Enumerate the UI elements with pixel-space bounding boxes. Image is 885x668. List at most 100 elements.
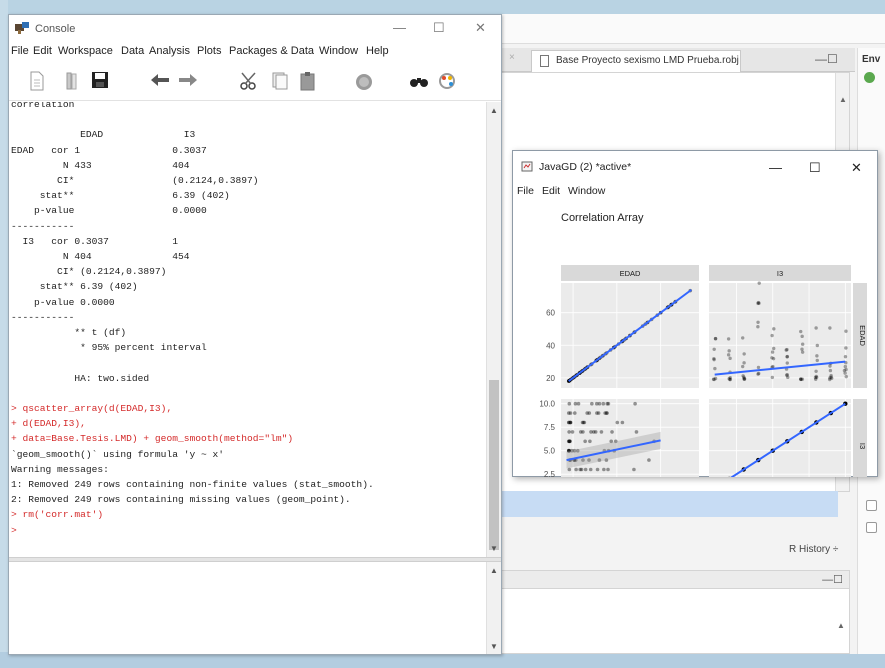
scroll-down-icon[interactable]: ▼: [490, 544, 498, 553]
row-strip-label: EDAD: [858, 325, 867, 346]
data-point: [740, 364, 745, 369]
menu-edit[interactable]: Edit: [33, 45, 52, 57]
menu-plots[interactable]: Plots: [197, 45, 221, 57]
data-point: [770, 375, 775, 380]
checkbox[interactable]: [866, 500, 877, 511]
new-document-icon[interactable]: [29, 71, 45, 91]
data-point: [742, 352, 746, 356]
maximize-button[interactable]: ☐: [433, 20, 445, 36]
stop-icon[interactable]: [355, 73, 373, 91]
menu-analysis[interactable]: Analysis: [149, 45, 190, 57]
save-icon[interactable]: [91, 71, 109, 89]
menu-workspace[interactable]: Workspace: [58, 45, 113, 57]
menu-file[interactable]: File: [11, 45, 29, 57]
data-point: [585, 411, 590, 415]
tab-label: Base Proyecto sexismo LMD Prueba.robj: [556, 55, 739, 66]
console-output-line: N 404 454: [11, 251, 190, 262]
minimize-button[interactable]: —: [769, 160, 782, 175]
data-point: [576, 401, 581, 406]
console-command-line: + data=Base.Tesis.LMD) + geom_smooth(met…: [11, 433, 294, 445]
console-output-line: -----------: [11, 220, 75, 232]
environment-tab-label[interactable]: Env: [862, 54, 880, 65]
data-point: [574, 467, 578, 472]
open-folder-icon[interactable]: [63, 71, 81, 91]
console-input-scrollbar[interactable]: ▲ ▼: [486, 562, 501, 654]
binoculars-icon[interactable]: [409, 74, 429, 88]
data-point: [567, 430, 571, 434]
paste-icon[interactable]: [299, 71, 317, 91]
scroll-up-icon[interactable]: ▲: [490, 566, 498, 575]
palette-icon[interactable]: [437, 71, 459, 91]
pane-minmax-controls[interactable]: —☐: [815, 52, 838, 66]
menu-file[interactable]: File: [517, 185, 534, 197]
menu-packages-data[interactable]: Packages & Data: [229, 45, 314, 57]
maximize-button[interactable]: ☐: [809, 160, 821, 176]
data-point: [800, 350, 805, 354]
console-output-line: EDAD I3: [11, 129, 196, 141]
data-point: [815, 343, 820, 348]
y-tick-label: 20: [546, 374, 555, 383]
data-point: [595, 467, 600, 472]
scroll-up-icon[interactable]: ▲: [839, 95, 847, 104]
data-point: [843, 364, 848, 369]
scroll-up-icon[interactable]: ▲: [490, 106, 498, 115]
previous-tab-close-icon[interactable]: ×: [509, 52, 515, 63]
checkbox[interactable]: [866, 522, 877, 533]
tab-base-proyecto[interactable]: Base Proyecto sexismo LMD Prueba.robj ×: [531, 50, 741, 72]
data-point: [601, 401, 606, 406]
minimize-button[interactable]: —: [393, 20, 406, 35]
data-point: [828, 377, 832, 382]
data-point: [843, 354, 848, 359]
menu-edit[interactable]: Edit: [542, 185, 560, 197]
console-output-line: 1: Removed 249 rows containing non-finit…: [11, 479, 374, 490]
data-point: [647, 458, 651, 462]
data-point: [615, 420, 620, 425]
javagd-title-bar[interactable]: JavaGD (2) *active* — ☐ ✕: [513, 151, 877, 181]
close-button[interactable]: ✕: [475, 20, 486, 36]
console-output-scrollbar[interactable]: ▲ ▼: [486, 102, 501, 557]
data-point: [756, 372, 760, 376]
menu-help[interactable]: Help: [366, 45, 389, 57]
menu-window[interactable]: Window: [568, 185, 605, 197]
console-output-line: p-value 0.0000: [11, 296, 115, 308]
console-output[interactable]: correlation EDAD I3 EDAD cor 1 0.3037 N 4…: [9, 102, 485, 557]
data-point: [566, 411, 571, 415]
data-point: [567, 401, 572, 406]
add-icon[interactable]: [864, 72, 875, 83]
r-history-selector[interactable]: R History ÷: [789, 544, 838, 555]
scroll-up-icon[interactable]: ▲: [837, 621, 845, 630]
pane-minmax-controls[interactable]: —☐: [822, 573, 843, 586]
data-point: [712, 347, 716, 351]
data-point: [844, 374, 848, 379]
scroll-down-icon[interactable]: ▼: [490, 642, 498, 651]
data-point: [784, 348, 788, 352]
copy-icon[interactable]: [271, 71, 289, 91]
data-point: [770, 350, 775, 354]
menu-window[interactable]: Window: [319, 45, 358, 57]
close-button[interactable]: ✕: [851, 160, 862, 176]
data-point: [756, 320, 760, 324]
data-point: [632, 467, 636, 472]
console-output-line: p-value 0.0000: [11, 205, 207, 217]
back-arrow-icon[interactable]: [149, 71, 171, 89]
data-point: [599, 430, 604, 434]
data-point: [711, 377, 716, 381]
data-point: [589, 430, 593, 434]
menu-data[interactable]: Data: [121, 45, 144, 57]
y-tick-label: 7.5: [544, 423, 556, 432]
console-input-area[interactable]: [9, 562, 485, 654]
scissors-icon[interactable]: [239, 71, 259, 91]
data-point: [756, 365, 761, 370]
console-title-bar[interactable]: Console — ☐ ✕: [9, 15, 501, 43]
console-output-line: EDAD cor 1 0.3037: [11, 144, 207, 156]
forward-arrow-icon[interactable]: [177, 71, 199, 89]
data-point: [572, 411, 577, 415]
data-point: [579, 467, 584, 472]
data-point: [583, 467, 588, 472]
console-output-line: correlation: [11, 102, 75, 110]
data-point: [712, 357, 716, 362]
scrollbar-thumb[interactable]: [489, 380, 499, 550]
data-point: [568, 420, 573, 425]
selected-history-row[interactable]: [495, 491, 838, 517]
row-strip: [853, 399, 867, 477]
